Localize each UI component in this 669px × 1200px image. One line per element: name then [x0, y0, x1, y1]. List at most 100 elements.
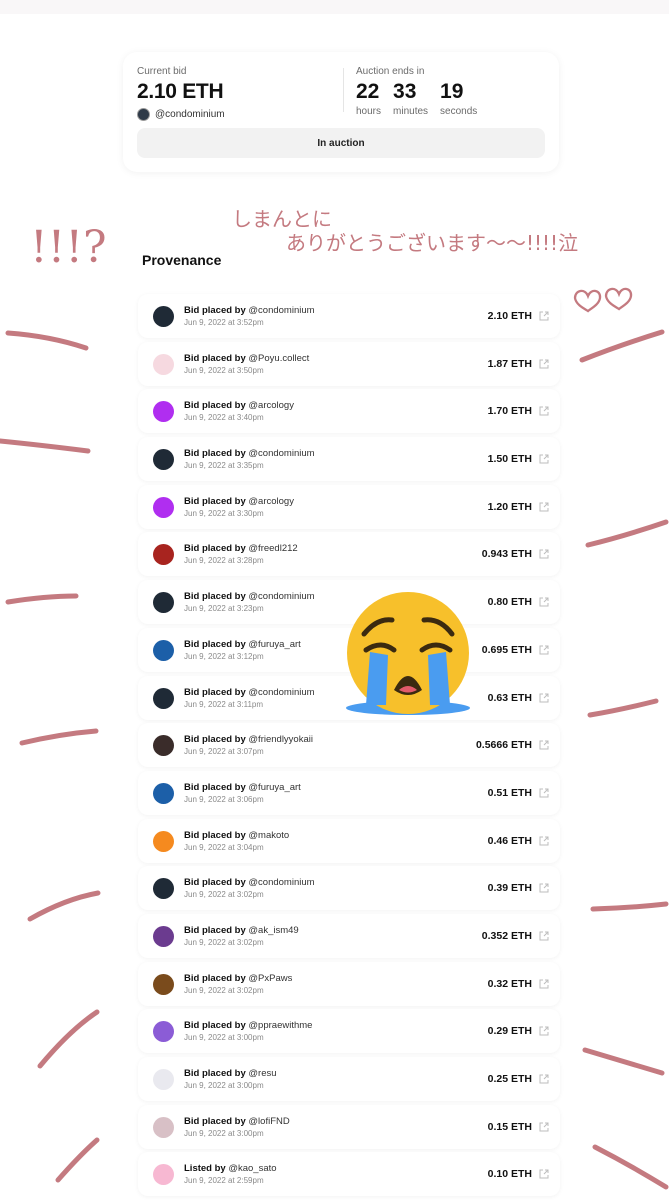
- bidder-link[interactable]: @furuya_art: [248, 782, 300, 793]
- external-link-icon[interactable]: [539, 1074, 549, 1084]
- bidder-link[interactable]: @arcology: [248, 400, 294, 411]
- bidder-link[interactable]: @condominium: [248, 877, 314, 888]
- countdown-hours: 22 hours: [356, 80, 381, 117]
- bidder-link[interactable]: @condominium: [248, 687, 314, 698]
- external-link-icon[interactable]: [539, 979, 549, 989]
- avatar[interactable]: [153, 1116, 174, 1138]
- bidder-link[interactable]: @furuya_art: [248, 639, 300, 650]
- bidder-link[interactable]: @condominium: [248, 305, 314, 316]
- bid-date: Jun 9, 2022 at 3:02pm: [184, 985, 264, 995]
- ink-stroke: [585, 519, 669, 548]
- avatar[interactable]: [153, 687, 174, 709]
- bidder-link[interactable]: @arcology: [248, 496, 294, 507]
- divider: [343, 68, 344, 112]
- bid-amount: 0.46 ETH: [487, 834, 532, 847]
- external-link-icon[interactable]: [539, 693, 549, 703]
- bid-amount: 2.10 ETH: [487, 310, 532, 322]
- bidder-link[interactable]: @PxPaws: [248, 973, 292, 984]
- bid-amount: 0.51 ETH: [487, 786, 532, 799]
- bidder-link[interactable]: @ppraewithme: [248, 1020, 312, 1031]
- bidder-link[interactable]: @makoto: [248, 830, 289, 841]
- bid-action: Bid placed by: [184, 352, 246, 364]
- avatar[interactable]: [153, 1069, 174, 1090]
- avatar[interactable]: [153, 353, 174, 375]
- external-link-icon[interactable]: [539, 1169, 549, 1179]
- bidder-link[interactable]: @ak_ism49: [248, 925, 298, 936]
- external-link-icon[interactable]: [539, 645, 549, 655]
- external-link-icon[interactable]: [539, 788, 549, 798]
- bidder-link[interactable]: @condominium: [248, 448, 314, 459]
- bid-row: Listed by @kao_sato Jun 9, 2022 at 2:59pm…: [138, 1152, 560, 1197]
- bid-date: Jun 9, 2022 at 3:00pm: [184, 1081, 264, 1090]
- bid-date: Jun 9, 2022 at 3:00pm: [184, 1128, 264, 1138]
- avatar[interactable]: [153, 925, 174, 947]
- bid-date: Jun 9, 2022 at 3:06pm: [184, 794, 264, 804]
- bidder-link[interactable]: @kao_sato: [228, 1163, 276, 1174]
- avatar[interactable]: [153, 306, 174, 327]
- thanks-doodle-line2: ありがとうございます〜〜!!!!泣: [286, 231, 578, 255]
- bid-row: Bid placed by @furuya_art Jun 9, 2022 at …: [138, 627, 560, 672]
- bid-date: Jun 9, 2022 at 3:50pm: [184, 365, 264, 375]
- bid-amount: 0.943 ETH: [481, 548, 532, 561]
- bid-amount: 0.10 ETH: [487, 1168, 532, 1181]
- bid-row: Bid placed by @condominium Jun 9, 2022 at…: [138, 580, 560, 625]
- avatar[interactable]: [153, 544, 174, 566]
- bid-date: Jun 9, 2022 at 2:59pm: [184, 1176, 264, 1186]
- bid-amount: 0.5666 ETH: [475, 739, 532, 752]
- ink-stroke: [587, 698, 659, 718]
- external-link-icon[interactable]: [539, 359, 549, 369]
- bid-amount: 0.63 ETH: [487, 691, 532, 704]
- external-link-icon[interactable]: [539, 740, 549, 750]
- external-link-icon[interactable]: [539, 311, 549, 321]
- bidder-link[interactable]: @condominium: [248, 591, 314, 602]
- hearts-doodle: [573, 287, 633, 313]
- external-link-icon[interactable]: [539, 549, 549, 559]
- in-auction-button[interactable]: In auction: [137, 128, 545, 158]
- countdown-value: 33: [393, 80, 417, 103]
- ink-stroke: [579, 329, 665, 363]
- bid-row: Bid placed by @makoto Jun 9, 2022 at 3:04…: [138, 818, 560, 863]
- bidder-link[interactable]: @freedl212: [248, 543, 297, 554]
- bid-date: Jun 9, 2022 at 3:30pm: [184, 508, 264, 518]
- bid-row: Bid placed by @PxPaws Jun 9, 2022 at 3:02…: [138, 961, 560, 1006]
- current-bid-amount: 2.10 ETH: [137, 80, 224, 103]
- bidder-link[interactable]: @resu: [248, 1068, 276, 1079]
- external-link-icon[interactable]: [539, 454, 549, 464]
- bid-date: Jun 9, 2022 at 3:28pm: [184, 556, 264, 566]
- external-link-icon[interactable]: [539, 836, 549, 846]
- bidder-link[interactable]: @friendlyyokaii: [248, 734, 313, 745]
- avatar[interactable]: [153, 1021, 174, 1043]
- avatar[interactable]: [153, 496, 174, 518]
- avatar[interactable]: [153, 735, 174, 757]
- external-link-icon[interactable]: [539, 597, 549, 607]
- current-bidder[interactable]: @condominium: [137, 108, 225, 121]
- avatar[interactable]: [153, 449, 174, 471]
- avatar[interactable]: [153, 830, 174, 852]
- avatar[interactable]: [153, 878, 174, 900]
- bid-amount: 0.352 ETH: [481, 929, 532, 942]
- bid-action: Bid placed by: [184, 1020, 246, 1032]
- avatar[interactable]: [153, 592, 174, 614]
- bid-amount: 1.70 ETH: [487, 405, 532, 418]
- external-link-icon[interactable]: [539, 883, 549, 893]
- current-bidder-name[interactable]: @condominium: [155, 109, 225, 120]
- external-link-icon[interactable]: [539, 406, 549, 416]
- avatar[interactable]: [153, 1164, 174, 1186]
- auction-card: Current bid 2.10 ETH @condominium Auctio…: [123, 52, 559, 172]
- bid-action: Bid placed by: [184, 829, 246, 841]
- bid-action: Bid placed by: [184, 305, 246, 316]
- bid-row: Bid placed by @freedl212 Jun 9, 2022 at 3…: [138, 532, 560, 577]
- avatar[interactable]: [153, 782, 174, 804]
- bid-date: Jun 9, 2022 at 3:00pm: [184, 1033, 264, 1043]
- external-link-icon[interactable]: [539, 1122, 549, 1132]
- avatar[interactable]: [153, 973, 174, 995]
- ink-stroke: [5, 330, 89, 351]
- avatar[interactable]: [153, 639, 174, 661]
- avatar[interactable]: [153, 401, 174, 423]
- external-link-icon[interactable]: [539, 931, 549, 941]
- bidder-link[interactable]: @lofiFND: [248, 1116, 289, 1127]
- external-link-icon[interactable]: [539, 1026, 549, 1036]
- bidder-link[interactable]: @Poyu.collect: [248, 353, 309, 364]
- provenance-list: Bid placed by @condominium Jun 9, 2022 at…: [138, 294, 560, 1200]
- external-link-icon[interactable]: [539, 502, 549, 512]
